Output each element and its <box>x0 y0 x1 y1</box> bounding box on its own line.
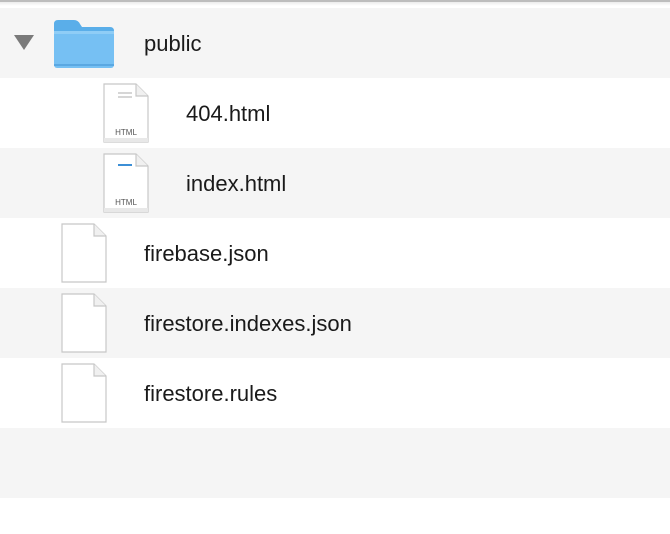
disclosure-triangle-expanded-icon[interactable] <box>14 35 34 50</box>
list-row-404-html[interactable]: HTML 404.html <box>0 78 670 148</box>
window-top-border <box>0 0 670 6</box>
file-name-label: 404.html <box>186 101 271 126</box>
list-row-index-html[interactable]: HTML index.html <box>0 148 670 218</box>
list-row-firestore-indexes-json[interactable]: firestore.indexes.json <box>0 288 670 358</box>
html-document-icon: HTML <box>103 83 149 143</box>
document-icon <box>61 223 107 283</box>
list-row-firebase-json[interactable]: firebase.json <box>0 218 670 288</box>
file-name-label: firestore.rules <box>144 381 278 406</box>
list-row-public[interactable]: public <box>0 8 670 78</box>
file-name-label: index.html <box>186 171 287 196</box>
empty-list-row <box>0 498 670 534</box>
list-row-firestore-rules[interactable]: firestore.rules <box>0 358 670 428</box>
html-badge-text: HTML <box>115 128 137 137</box>
document-icon <box>61 293 107 353</box>
html-document-icon: HTML <box>103 153 149 213</box>
document-icon <box>61 363 107 423</box>
file-name-label: public <box>144 31 202 56</box>
file-name-label: firestore.indexes.json <box>144 311 352 336</box>
folder-icon <box>54 20 114 68</box>
finder-list-view: public HTML 404.html HTML index.html fir… <box>0 0 670 534</box>
file-name-label: firebase.json <box>144 241 269 266</box>
empty-list-row <box>0 428 670 498</box>
html-badge-text: HTML <box>115 198 137 207</box>
